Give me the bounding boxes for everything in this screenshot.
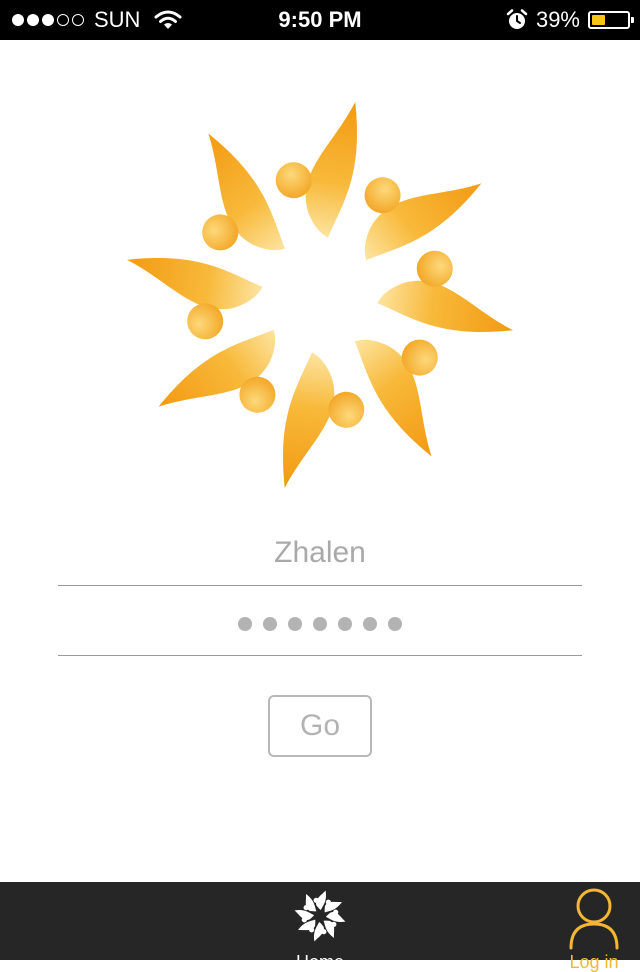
password-mask-dot <box>338 617 352 631</box>
user-icon <box>569 888 619 950</box>
password-mask-dot <box>363 617 377 631</box>
tab-login-label: Log in <box>569 952 619 972</box>
go-button[interactable]: Go <box>268 695 372 757</box>
username-field[interactable]: Zhalen <box>58 525 582 586</box>
battery-tip <box>631 17 634 23</box>
password-mask-dot <box>313 617 327 631</box>
password-mask-dot <box>288 617 302 631</box>
tab-home-label: Home <box>295 952 344 972</box>
password-mask-dot <box>388 617 402 631</box>
tab-login[interactable]: Log in <box>544 882 640 972</box>
logo-petal <box>127 257 263 310</box>
username-value: Zhalen <box>274 536 366 569</box>
logo-petal <box>354 339 432 457</box>
logo-petal <box>208 133 286 251</box>
status-bar: SUN 9:50 PM 39% <box>0 0 640 40</box>
password-mask-dot <box>238 617 252 631</box>
status-right: 39% <box>506 0 634 40</box>
tab-home[interactable]: Home <box>270 882 370 972</box>
logo-petal <box>364 183 482 261</box>
alarm-icon <box>506 9 528 29</box>
password-mask <box>58 617 582 631</box>
battery-icon <box>588 11 634 29</box>
logo-petal <box>158 329 276 407</box>
sun-swirl-logo <box>127 102 513 488</box>
battery-fill <box>592 15 605 25</box>
logo-petal <box>305 102 358 238</box>
home-logo-icon <box>294 890 346 942</box>
tab-bar: Home Log in <box>0 882 640 972</box>
battery-percent: 39% <box>535 7 580 32</box>
password-field[interactable] <box>58 595 582 656</box>
logo-petal <box>377 280 513 333</box>
password-mask-dot <box>263 617 277 631</box>
logo-petal <box>282 352 335 488</box>
